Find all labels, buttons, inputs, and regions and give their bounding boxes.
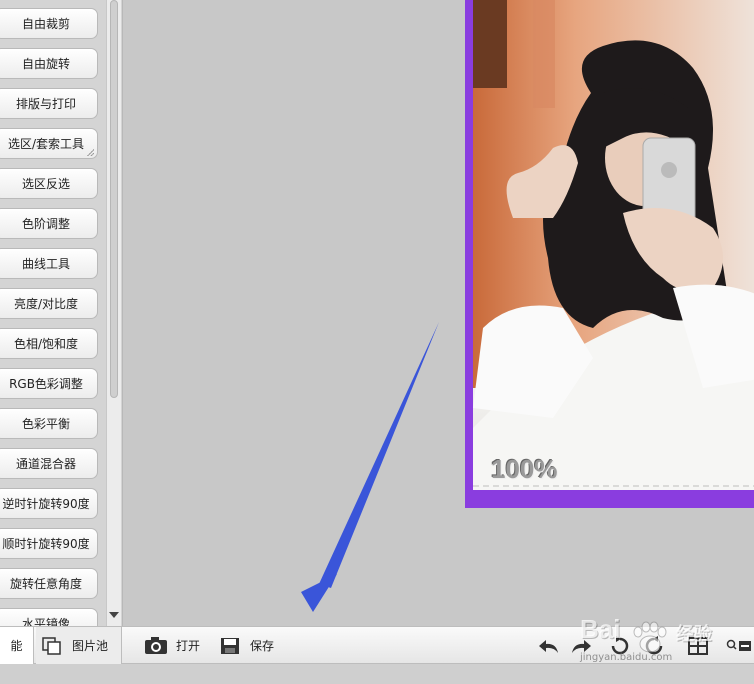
floppy-disk-icon [221, 637, 239, 654]
tool-levels[interactable]: 色阶调整 [0, 208, 98, 239]
tool-rotate-cw-90[interactable]: 顺时针旋转90度 [0, 528, 98, 559]
tool-curves[interactable]: 曲线工具 [0, 248, 98, 279]
tool-free-rotate[interactable]: 自由旋转 [0, 48, 98, 79]
selfie-photo-illustration [473, 0, 754, 490]
sidebar-scrollbar[interactable] [106, 0, 121, 626]
watermark-url: jingyan.baidu.com [580, 652, 673, 663]
tool-rotate-any-angle[interactable]: 旋转任意角度 [0, 568, 98, 599]
tab-functions[interactable]: 能 [0, 627, 34, 664]
baidu-jingyan-watermark: Bai 经验 jingyan.baidu.com [580, 612, 720, 671]
image-pool-icon [42, 636, 61, 655]
tool-invert-selection[interactable]: 选区反选 [0, 168, 98, 199]
open-button[interactable]: 打开 [144, 627, 200, 664]
zoom-out-button[interactable] [726, 627, 752, 664]
status-bar [0, 664, 754, 684]
tool-free-crop[interactable]: 自由裁剪 [0, 8, 98, 39]
undo-button[interactable] [538, 627, 562, 664]
camera-icon [145, 636, 167, 654]
tool-selection-lasso[interactable]: 选区/套索工具 [0, 128, 98, 159]
scroll-down-arrow-icon[interactable] [109, 612, 119, 618]
tool-hue-saturation[interactable]: 色相/饱和度 [0, 328, 98, 359]
watermark-brand-suffix: 经验 [676, 624, 712, 645]
tab-image-pool[interactable]: 图片池 [36, 627, 122, 664]
tool-sidebar: 自由裁剪 自由旋转 排版与打印 选区/套索工具 选区反选 色阶调整 曲线工具 亮… [0, 0, 123, 626]
annotation-arrow-icon [301, 322, 439, 612]
tool-color-balance[interactable]: 色彩平衡 [0, 408, 98, 439]
tool-horizontal-mirror[interactable]: 水平镜像 [0, 608, 98, 626]
image-canvas: 100% [123, 0, 754, 626]
scrollbar-thumb[interactable] [110, 0, 118, 398]
resize-grip-icon [87, 149, 94, 156]
photo-image: 100% [473, 0, 754, 490]
tool-channel-mixer[interactable]: 通道混合器 [0, 448, 98, 479]
zoom-minus-icon [726, 639, 751, 651]
photo-selection-frame: 100% [465, 0, 754, 508]
zoom-percentage-label: 100% [491, 454, 558, 484]
tool-brightness-contrast[interactable]: 亮度/对比度 [0, 288, 98, 319]
tool-rgb-adjust[interactable]: RGB色彩调整 [0, 368, 98, 399]
tool-layout-print[interactable]: 排版与打印 [0, 88, 98, 119]
undo-arrow-icon [539, 639, 558, 653]
watermark-brand: Bai [580, 614, 621, 644]
tool-rotate-ccw-90[interactable]: 逆时针旋转90度 [0, 488, 98, 519]
save-button[interactable]: 保存 [220, 627, 274, 664]
